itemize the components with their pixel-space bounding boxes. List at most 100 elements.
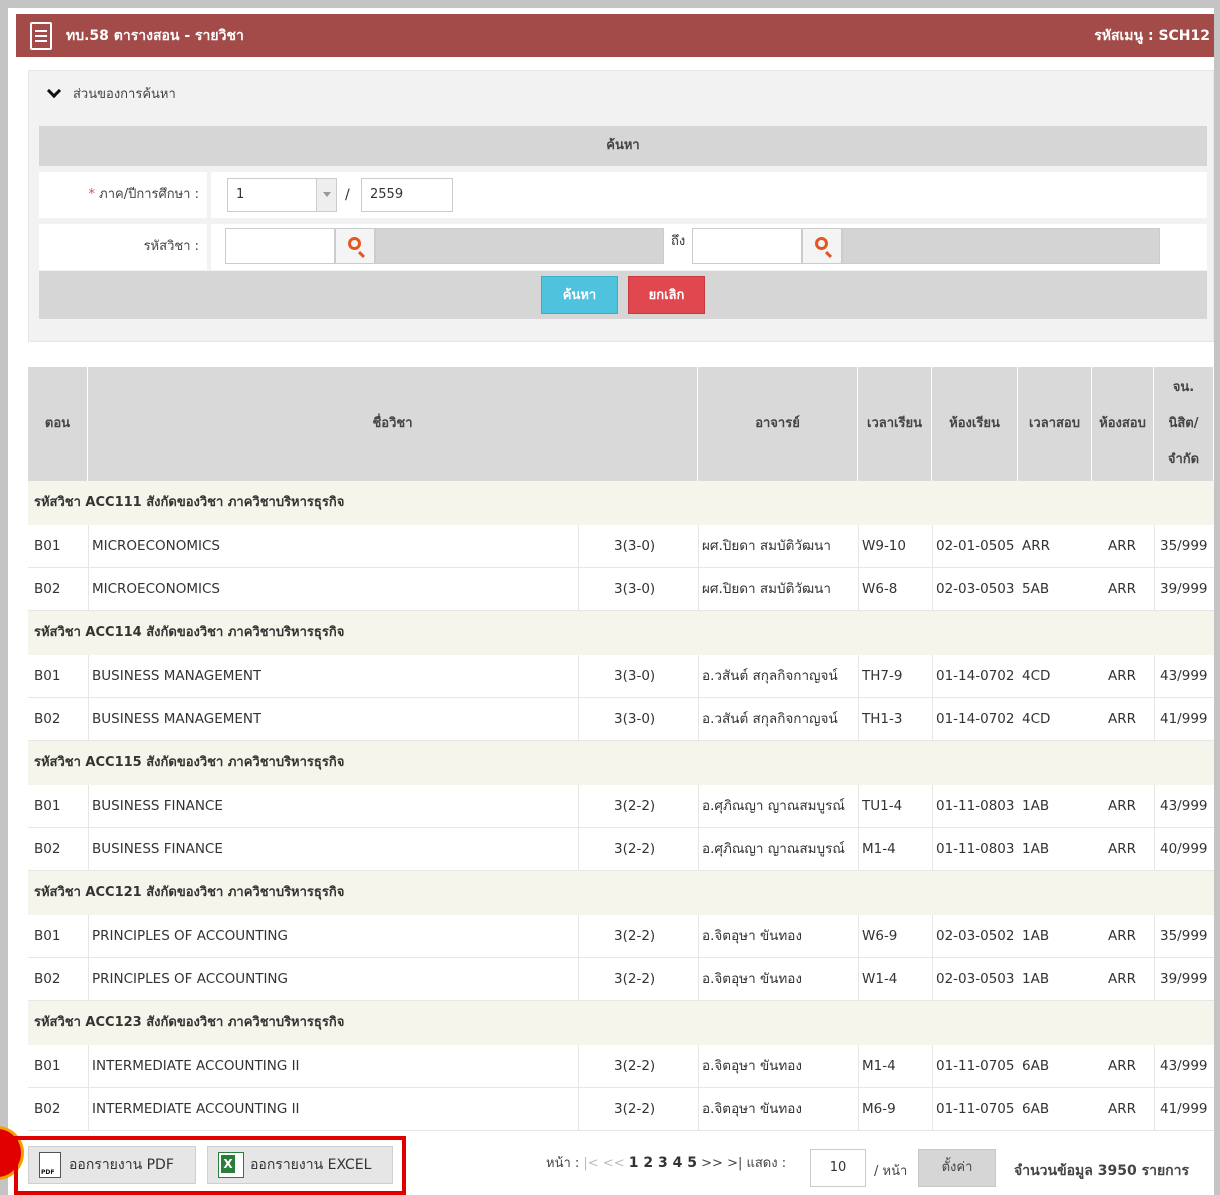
cancel-button[interactable]: ยกเลิก xyxy=(628,276,705,314)
header-section: ตอน xyxy=(28,367,88,481)
header-exam-time: เวลาสอบ xyxy=(1018,367,1092,481)
course-code-to-search-button[interactable] xyxy=(802,228,842,264)
page-numbers[interactable]: 1 2 3 4 5 xyxy=(629,1155,697,1171)
column-divider xyxy=(578,1045,579,1088)
cell-section: B01 xyxy=(34,928,61,944)
column-divider xyxy=(698,915,699,958)
table-row: B02 BUSINESS MANAGEMENT 3(3-0) อ.วสันต์ สกุ… xyxy=(28,698,1214,741)
column-divider xyxy=(698,958,699,1001)
cell-course-name: BUSINESS FINANCE xyxy=(92,798,223,814)
header-instructor: อาจารย์ xyxy=(698,367,858,481)
column-divider xyxy=(858,958,859,1001)
per-page-input[interactable]: 10 xyxy=(810,1149,866,1187)
cell-room: 01-14-0702 xyxy=(936,668,1015,684)
cell-instructor: อ.จิตอุษา ขันทอง xyxy=(702,1058,803,1074)
course-group-header: รหัสวิชา ACC115 สังกัดของวิชา ภาควิชาบริ… xyxy=(28,741,1214,785)
course-group-header: รหัสวิชา ACC123 สังกัดของวิชา ภาควิชาบริ… xyxy=(28,1001,1214,1045)
column-divider xyxy=(578,525,579,568)
course-code-from-search-button[interactable] xyxy=(335,228,375,264)
first-page-link[interactable]: |< xyxy=(583,1156,598,1171)
search-button-bar: ค้นหา ยกเลิก xyxy=(39,271,1207,319)
search-collapse-toggle[interactable]: ส่วนของการค้นหา xyxy=(46,83,176,104)
search-button[interactable]: ค้นหา xyxy=(541,276,618,314)
cell-instructor: อ.วสันต์ สกุลกิจกาญจน์ xyxy=(702,668,838,684)
cell-credit: 3(3-0) xyxy=(614,711,656,727)
cell-course-name: MICROECONOMICS xyxy=(92,538,220,554)
column-divider xyxy=(88,1088,89,1131)
required-mark: * xyxy=(88,187,96,202)
next-page-link[interactable]: >> xyxy=(701,1156,723,1171)
term-select[interactable]: 1 xyxy=(227,178,337,212)
cell-instructor: อ.วสันต์ สกุลกิจกาญจน์ xyxy=(702,711,838,727)
dropdown-arrow-icon[interactable] xyxy=(316,179,336,211)
export-pdf-button[interactable]: ออกรายงาน PDF xyxy=(28,1146,196,1184)
column-divider xyxy=(698,568,699,611)
cell-exam-time: 4CD xyxy=(1022,668,1051,684)
cell-section: B01 xyxy=(34,538,61,554)
cell-section: B02 xyxy=(34,581,61,597)
per-page-suffix: / หน้า xyxy=(874,1164,908,1179)
year-input[interactable]: 2559 xyxy=(361,178,453,212)
column-divider xyxy=(858,1045,859,1088)
header-student-count: จน. นิสิต/จำกัด xyxy=(1154,367,1214,481)
header-room: ห้องเรียน xyxy=(932,367,1018,481)
column-divider xyxy=(578,698,579,741)
course-name-to-display xyxy=(842,228,1160,264)
cell-class-time: W6-9 xyxy=(862,928,898,944)
cell-exam-time: 4CD xyxy=(1022,711,1051,727)
column-divider xyxy=(932,1045,933,1088)
column-divider xyxy=(932,1088,933,1131)
cell-class-time: TU1-4 xyxy=(862,798,903,814)
course-code-label: รหัสวิชา : xyxy=(39,224,211,270)
column-divider xyxy=(698,828,699,871)
course-group-header: รหัสวิชา ACC111 สังกัดของวิชา ภาควิชาบริ… xyxy=(28,481,1214,525)
footer-bar: ออกรายงาน PDF ออกรายงาน EXCEL หน้า : |< … xyxy=(0,1130,1220,1195)
column-divider xyxy=(932,958,933,1001)
last-page-link[interactable]: >| xyxy=(727,1156,742,1171)
cell-class-time: M1-4 xyxy=(862,1058,896,1074)
cell-credit: 3(2-2) xyxy=(614,928,656,944)
course-code-from-input[interactable] xyxy=(225,228,335,264)
cell-exam-time: 1AB xyxy=(1022,798,1050,814)
cell-exam-time: 6AB xyxy=(1022,1058,1050,1074)
cell-class-time: M6-9 xyxy=(862,1101,896,1117)
cell-exam-time: ARR xyxy=(1022,538,1050,554)
column-divider xyxy=(1154,568,1155,611)
cell-exam-time: 1AB xyxy=(1022,928,1050,944)
table-row: B02 INTERMEDIATE ACCOUNTING II 3(2-2) อ.จิต… xyxy=(28,1088,1214,1131)
search-icon xyxy=(815,237,828,250)
term-row: * ภาค/ปีการศึกษา : 1 / 2559 xyxy=(39,172,1207,218)
column-divider xyxy=(698,1045,699,1088)
cell-exam-room: ARR xyxy=(1108,928,1136,944)
cell-exam-time: 1AB xyxy=(1022,841,1050,857)
excel-file-icon xyxy=(218,1152,244,1178)
course-group-header: รหัสวิชา ACC121 สังกัดของวิชา ภาควิชาบริ… xyxy=(28,871,1214,915)
cell-class-time: TH1-3 xyxy=(862,711,903,727)
export-excel-button[interactable]: ออกรายงาน EXCEL xyxy=(207,1146,393,1184)
cell-count: 43/999 xyxy=(1160,1058,1208,1074)
course-code-to-input[interactable] xyxy=(692,228,802,264)
cell-room: 02-03-0503 xyxy=(936,971,1015,987)
column-divider xyxy=(858,1088,859,1131)
cell-section: B02 xyxy=(34,711,61,727)
cell-count: 35/999 xyxy=(1160,538,1208,554)
cell-count: 41/999 xyxy=(1160,1101,1208,1117)
cell-count: 40/999 xyxy=(1160,841,1208,857)
column-divider xyxy=(1154,655,1155,698)
cell-instructor: ผศ.ปิยดา สมบัติวัฒนา xyxy=(702,581,831,597)
cell-exam-room: ARR xyxy=(1108,581,1136,597)
search-section-title: ค้นหา xyxy=(39,126,1207,166)
page-label: หน้า : xyxy=(546,1156,580,1171)
prev-page-link[interactable]: << xyxy=(603,1156,625,1171)
search-icon xyxy=(348,237,361,250)
cell-course-name: PRINCIPLES OF ACCOUNTING xyxy=(92,928,288,944)
column-divider xyxy=(932,655,933,698)
set-page-size-button[interactable]: ตั้งค่า xyxy=(918,1149,996,1187)
column-divider xyxy=(1154,525,1155,568)
cell-exam-room: ARR xyxy=(1108,538,1136,554)
term-slash: / xyxy=(345,187,350,203)
column-divider xyxy=(858,828,859,871)
cell-course-name: PRINCIPLES OF ACCOUNTING xyxy=(92,971,288,987)
cell-course-name: INTERMEDIATE ACCOUNTING II xyxy=(92,1101,300,1117)
cell-instructor: อ.จิตอุษา ขันทอง xyxy=(702,928,803,944)
